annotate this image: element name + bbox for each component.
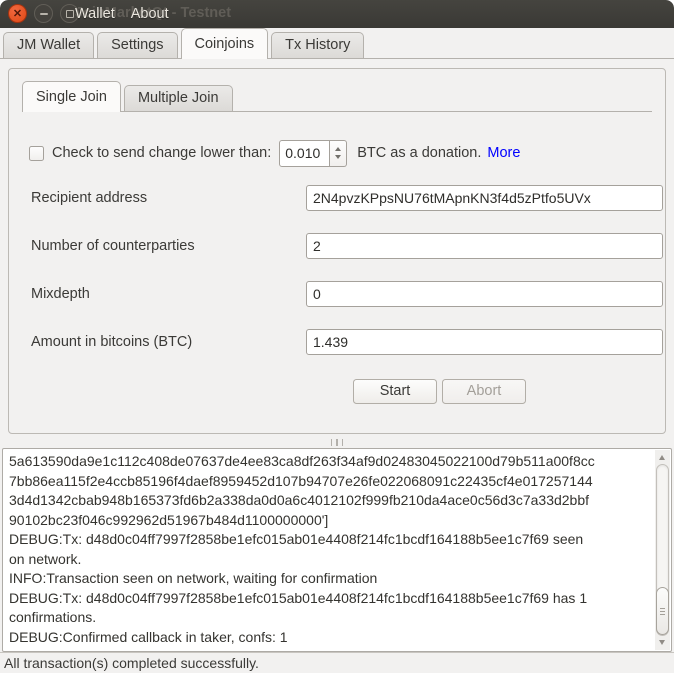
counterparties-row: Number of counterparties bbox=[31, 233, 639, 260]
log-text: 5a613590da9e1c112c408de07637de4ee83ca8df… bbox=[3, 450, 653, 651]
donation-amount-spinbox[interactable] bbox=[279, 140, 347, 167]
donation-amount-input[interactable] bbox=[279, 140, 330, 167]
titlebar: ✕ JoinMarketQt - Testnet WalletAbout bbox=[0, 0, 674, 28]
tab-single-join[interactable]: Single Join bbox=[22, 81, 121, 112]
menu-wallet[interactable]: Wallet bbox=[75, 6, 115, 22]
close-button[interactable]: ✕ bbox=[8, 4, 27, 23]
close-icon: ✕ bbox=[13, 7, 22, 20]
amount-row: Amount in bitcoins (BTC) bbox=[31, 329, 639, 356]
status-bar: All transaction(s) completed successfull… bbox=[0, 652, 674, 673]
donation-checkbox-label: Check to send change lower than: bbox=[52, 145, 271, 161]
log-output[interactable]: 5a613590da9e1c112c408de07637de4ee83ca8df… bbox=[2, 448, 672, 652]
app-window: ✕ JoinMarketQt - Testnet WalletAbout JM … bbox=[0, 0, 674, 673]
mixdepth-input[interactable] bbox=[306, 281, 663, 307]
tab-jm-wallet[interactable]: JM Wallet bbox=[3, 32, 94, 58]
log-scrollbar[interactable] bbox=[655, 450, 670, 650]
splitter-handle[interactable] bbox=[0, 437, 674, 448]
recipient-address-input[interactable] bbox=[306, 185, 663, 211]
tab-settings[interactable]: Settings bbox=[97, 32, 177, 58]
start-button[interactable]: Start bbox=[353, 379, 437, 404]
coinjoins-page: Single Join Multiple Join Check to send … bbox=[0, 59, 674, 652]
donation-row: Check to send change lower than: BTC as … bbox=[29, 139, 520, 167]
menu-about[interactable]: About bbox=[131, 6, 169, 22]
donation-suffix-label: BTC as a donation. bbox=[357, 145, 481, 161]
amount-input[interactable] bbox=[306, 329, 663, 355]
spin-buttons[interactable] bbox=[330, 140, 347, 167]
status-text: All transaction(s) completed successfull… bbox=[4, 655, 259, 671]
coinjoin-groupbox: Single Join Multiple Join Check to send … bbox=[8, 68, 666, 434]
main-tabbar: JM Wallet Settings Coinjoins Tx History bbox=[0, 28, 674, 59]
mixdepth-label: Mixdepth bbox=[31, 286, 90, 302]
scrollbar-thumb[interactable] bbox=[656, 587, 669, 635]
amount-label: Amount in bitcoins (BTC) bbox=[31, 334, 192, 350]
more-link[interactable]: More bbox=[487, 145, 520, 161]
donation-checkbox[interactable] bbox=[29, 146, 44, 161]
abort-button: Abort bbox=[442, 379, 526, 404]
minimize-icon bbox=[40, 13, 48, 15]
minimize-button[interactable] bbox=[34, 4, 53, 23]
maximize-icon bbox=[66, 10, 74, 18]
window-controls: ✕ bbox=[8, 4, 79, 23]
recipient-address-row: Recipient address bbox=[31, 185, 639, 212]
counterparties-input[interactable] bbox=[306, 233, 663, 259]
tab-multiple-join[interactable]: Multiple Join bbox=[124, 85, 233, 111]
mixdepth-row: Mixdepth bbox=[31, 281, 639, 308]
spin-down-icon[interactable] bbox=[335, 155, 341, 159]
join-tabbar: Single Join Multiple Join bbox=[22, 80, 652, 112]
recipient-address-label: Recipient address bbox=[31, 190, 147, 206]
counterparties-label: Number of counterparties bbox=[31, 238, 195, 254]
scrollbar-up-icon[interactable] bbox=[659, 455, 665, 460]
tab-tx-history[interactable]: Tx History bbox=[271, 32, 364, 58]
spin-up-icon[interactable] bbox=[335, 147, 341, 151]
scrollbar-down-icon[interactable] bbox=[659, 640, 665, 645]
tab-coinjoins[interactable]: Coinjoins bbox=[181, 28, 269, 59]
